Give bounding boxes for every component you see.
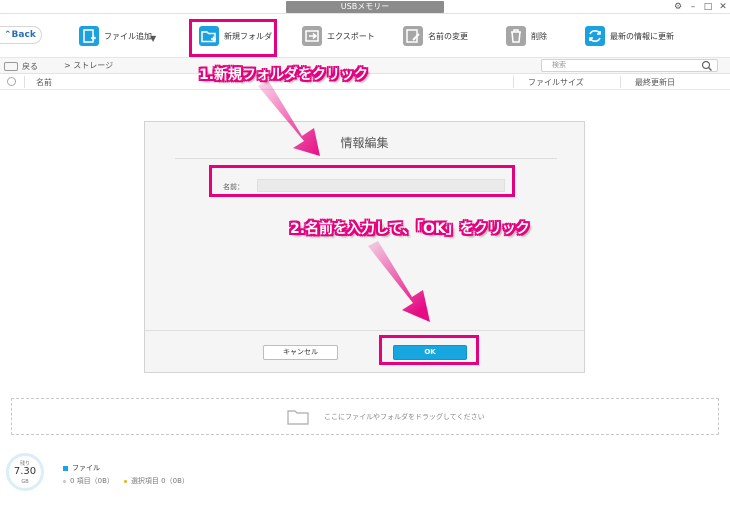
search-input[interactable]: 検索	[541, 59, 718, 72]
annotation-step1: 1.新規フォルダをクリック	[199, 67, 369, 83]
item-counts: 0 項目（0B） 選択項目 0（0B）	[63, 476, 189, 486]
add-file-label: ファイル追加	[104, 31, 152, 41]
refresh-icon	[585, 26, 605, 46]
legend-file: ファイル	[63, 463, 100, 473]
dialog-title: 情報編集	[340, 136, 389, 150]
dialog-footer-divider	[145, 330, 584, 331]
legend-label: ファイル	[72, 464, 100, 472]
window-title: USBメモリー	[286, 1, 444, 13]
column-divider	[620, 76, 621, 88]
search-icon[interactable]	[701, 60, 713, 72]
export-icon	[302, 26, 322, 46]
chevron-down-icon[interactable]: ▼	[150, 34, 156, 43]
dialog-divider	[175, 158, 557, 159]
status-bar: 残り 7.30 GB ファイル 0 項目（0B） 選択項目 0（0B）	[0, 440, 730, 510]
add-file-icon	[79, 26, 99, 46]
rename-label: 名前の変更	[428, 31, 468, 41]
column-divider	[24, 76, 25, 88]
drop-zone[interactable]: ここにファイルやフォルダをドラッグしてください	[11, 398, 719, 435]
column-size[interactable]: ファイルサイズ	[528, 77, 584, 88]
column-modified[interactable]: 最終更新日	[635, 77, 675, 88]
nav-back-label: 戻る	[22, 61, 38, 71]
items-count: 0 項目（0B）	[70, 477, 114, 485]
minimize-button[interactable]: –	[686, 1, 700, 13]
rename-button[interactable]: 名前の変更	[403, 24, 468, 48]
maximize-button[interactable]: □	[701, 1, 715, 13]
edit-info-dialog: 情報編集 名前： キャンセル OK	[144, 121, 585, 373]
settings-icon[interactable]: ⚙	[671, 1, 685, 13]
export-button[interactable]: エクスポート	[302, 24, 375, 48]
close-button[interactable]: ✕	[716, 1, 730, 13]
select-all-checkbox[interactable]	[7, 77, 16, 86]
items-dot	[63, 479, 66, 483]
column-name[interactable]: 名前	[36, 77, 52, 88]
back-label: Back	[11, 30, 36, 40]
title-bar: USBメモリー ⚙ – □ ✕	[0, 0, 730, 14]
refresh-button[interactable]: 最新の情報に更新	[585, 24, 674, 48]
rename-icon	[403, 26, 423, 46]
nav-back-button[interactable]: 戻る	[4, 60, 38, 72]
chevron-up-icon: ⌃	[4, 30, 12, 40]
column-divider	[513, 76, 514, 88]
annotation-step2: 2.名前を入力して、「OK」をクリック	[290, 221, 530, 237]
delete-label: 削除	[531, 31, 547, 41]
highlight-name-field	[209, 165, 515, 197]
cancel-button[interactable]: キャンセル	[263, 345, 338, 360]
back-folder-icon	[4, 61, 18, 71]
add-file-button[interactable]: ファイル追加	[79, 24, 152, 48]
selected-count: 選択項目 0（0B）	[130, 477, 189, 485]
export-label: エクスポート	[327, 31, 375, 41]
legend-swatch	[63, 465, 68, 471]
trash-icon	[506, 26, 526, 46]
folder-icon	[287, 410, 309, 425]
drop-zone-text: ここにファイルやフォルダをドラッグしてください	[324, 413, 485, 421]
storage-gauge: 残り 7.30 GB	[6, 453, 44, 491]
highlight-ok-button	[379, 335, 479, 365]
storage-unit: GB	[21, 479, 29, 485]
highlight-new-folder	[189, 19, 277, 57]
toolbar: ⌃Back ファイル追加 ▼ 新規フォルダ エクスポート 名前の変更 削除 最新…	[0, 14, 730, 58]
selected-dot	[123, 479, 127, 483]
delete-button[interactable]: 削除	[506, 24, 547, 48]
refresh-label: 最新の情報に更新	[610, 31, 674, 41]
breadcrumb[interactable]: > ストレージ	[64, 60, 113, 71]
storage-free-value: 7.30	[13, 466, 37, 477]
back-button[interactable]: ⌃Back	[0, 26, 42, 44]
